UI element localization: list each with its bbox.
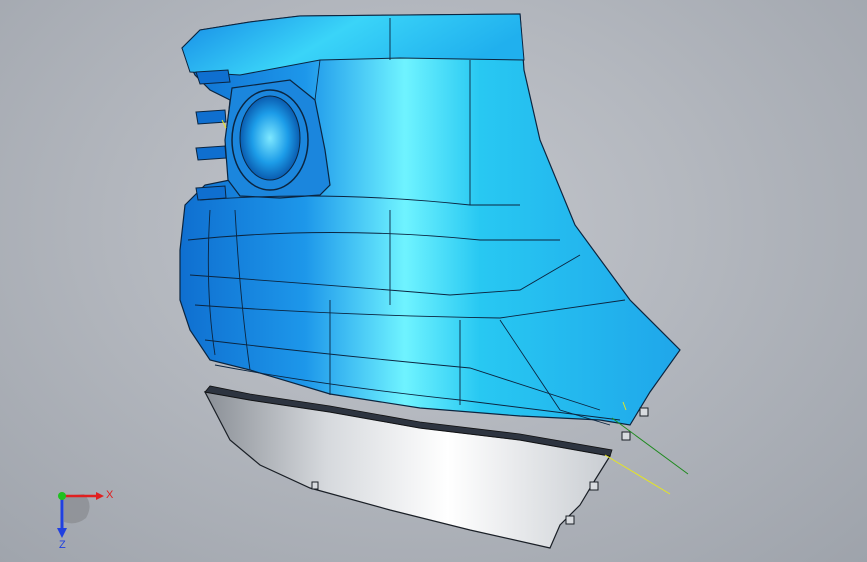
bumper-3d-model[interactable]: [0, 0, 867, 562]
triad-x-arrow: [96, 492, 104, 500]
triad-z-label: Z: [59, 539, 66, 550]
cad-3d-viewport[interactable]: X Z: [0, 0, 867, 562]
triad-y-axis-dot: [58, 492, 66, 500]
triad-x-label: X: [106, 489, 114, 501]
triad-z-arrow: [57, 528, 67, 538]
construction-line-yellow: [604, 454, 671, 495]
triad-shadow: [64, 494, 90, 524]
orientation-triad: X Z: [57, 489, 114, 550]
fog-lamp-lens: [239, 95, 301, 181]
bumper-upper-shell: [179, 13, 681, 426]
